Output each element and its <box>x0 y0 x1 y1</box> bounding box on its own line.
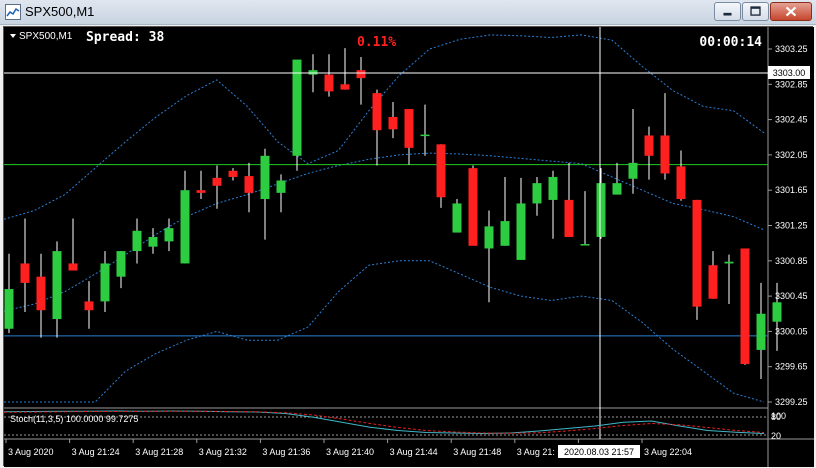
y-tick-label: 3301.25 <box>775 221 808 231</box>
minimize-button[interactable] <box>714 2 741 21</box>
chart-window-icon <box>5 4 21 20</box>
stoch-label: Stoch(11,3,5) 100.0000 99.7275 <box>10 414 138 424</box>
crosshair-price-label: 3303.00 <box>773 68 806 78</box>
crosshair-time-label: 2020.08.03 21:57 <box>564 447 634 457</box>
y-tick-label: 3302.45 <box>775 115 808 125</box>
symbol-label: SPX500,M1 <box>19 31 73 42</box>
x-tick-label: 3 Aug 21: <box>517 447 555 457</box>
x-tick-label: 3 Aug 21:44 <box>390 447 438 457</box>
close-button[interactable] <box>770 2 812 21</box>
y-tick-label: 3300.45 <box>775 291 808 301</box>
minimize-icon <box>723 12 732 16</box>
candle <box>692 199 702 320</box>
spread-label: Spread: 38 <box>86 30 164 45</box>
x-tick-label: 3 Aug 21:28 <box>135 447 183 457</box>
y-tick-label: 3299.65 <box>775 362 808 372</box>
bar-countdown: 00:00:14 <box>699 35 762 50</box>
y-tick-label: 3300.85 <box>775 256 808 266</box>
x-tick-label: 3 Aug 21:40 <box>326 447 374 457</box>
candle <box>452 199 462 233</box>
x-tick-label: 3 Aug 21:32 <box>199 447 247 457</box>
x-tick-label: 3 Aug 21:36 <box>262 447 310 457</box>
y-tick-label: 3302.05 <box>775 150 808 160</box>
y-tick-label: 3303.25 <box>775 44 808 54</box>
candle <box>740 248 750 365</box>
maximize-button[interactable] <box>742 2 769 21</box>
x-tick-label: 3 Aug 21:24 <box>72 447 120 457</box>
close-icon <box>785 6 797 17</box>
y-tick-label: 3302.85 <box>775 79 808 89</box>
candle <box>468 165 478 246</box>
window-title: SPX500,M1 <box>25 4 95 19</box>
candle <box>292 59 302 171</box>
x-tick-label: 3 Aug 2020 <box>8 447 54 457</box>
x-tick-label: 3 Aug 21:48 <box>453 447 501 457</box>
change-percent: 0.11% <box>357 35 396 50</box>
maximize-icon <box>750 6 761 16</box>
chart-frame[interactable]: 3303.25 3302.85 3302.45 3302.05 3301.65 3301.… <box>3 26 814 467</box>
x-tick-label: 3 Aug 22:04 <box>644 447 692 457</box>
price-chart[interactable]: 3303.25 3302.85 3302.45 3302.05 3301.65 3301.… <box>4 27 814 467</box>
y-tick-label: 3300.05 <box>775 326 808 336</box>
stoch-level-20-label: 20 <box>771 431 781 441</box>
window-titlebar[interactable]: SPX500,M1 <box>0 0 816 25</box>
y-tick-label: 3299.25 <box>775 397 808 407</box>
stoch-level-80-label: 80 <box>771 412 781 422</box>
y-tick-label: 3301.65 <box>775 185 808 195</box>
